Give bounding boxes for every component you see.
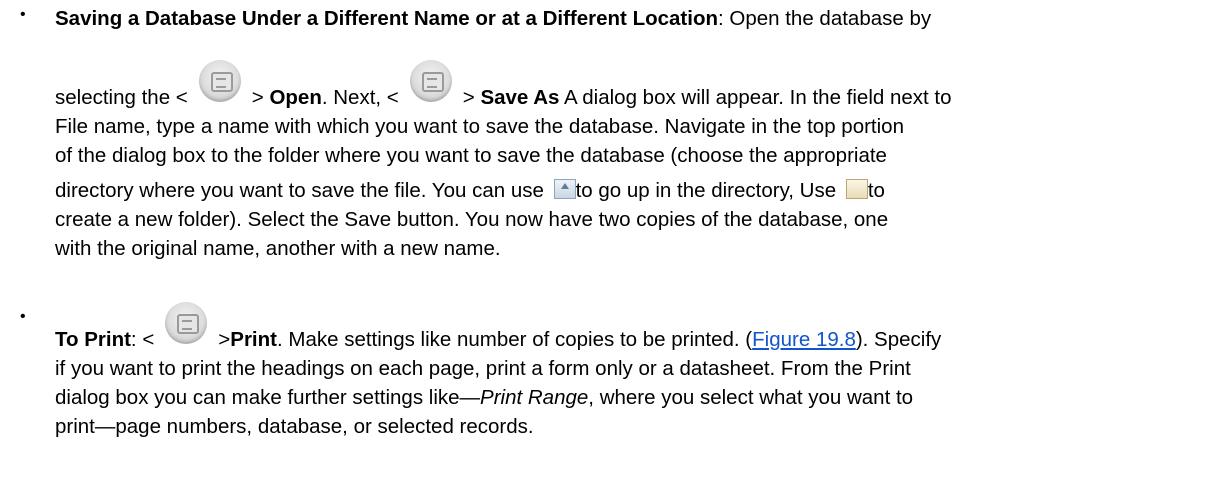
line: of the dialog box to the folder where yo… (55, 144, 887, 167)
up-one-level-icon[interactable] (553, 179, 576, 199)
list-item-print: • To Print: < >Print. Make settings like … (0, 275, 1208, 441)
line: with the original name, another with a n… (55, 237, 501, 260)
item-heading: To Print (55, 328, 131, 351)
line: Saving a Database Under a Different Name… (55, 7, 932, 30)
line: dialog box you can make further settings… (55, 386, 914, 409)
office-button-icon[interactable] (156, 302, 216, 354)
content-list: • Saving a Database Under a Different Na… (0, 0, 1208, 441)
item-heading: Saving a Database Under a Different Name… (55, 7, 718, 30)
office-button-icon[interactable] (401, 60, 461, 112)
line: create a new folder). Select the Save bu… (55, 208, 889, 231)
line: selecting the < > Open. Next, < > Save As … (55, 33, 1188, 112)
bullet: • (20, 6, 26, 23)
line: directory where you want to save the fil… (55, 179, 885, 202)
bullet: • (20, 308, 26, 325)
office-button-icon[interactable] (190, 60, 250, 112)
print-range-term: Print Range (480, 386, 589, 409)
new-folder-icon[interactable] (845, 179, 868, 199)
line: if you want to print the headings on eac… (55, 357, 911, 380)
figure-link[interactable]: Figure 19.8 (752, 328, 856, 351)
list-item-save-as: • Saving a Database Under a Different Na… (0, 0, 1208, 263)
open-command: Open (269, 86, 322, 109)
line: To Print: < >Print. Make settings like nu… (55, 275, 1188, 354)
line: print—page numbers, database, or selecte… (55, 415, 534, 438)
line: File name, type a name with which you wa… (55, 115, 904, 138)
print-command: Print (230, 328, 277, 351)
save-as-command: Save As (480, 86, 560, 109)
